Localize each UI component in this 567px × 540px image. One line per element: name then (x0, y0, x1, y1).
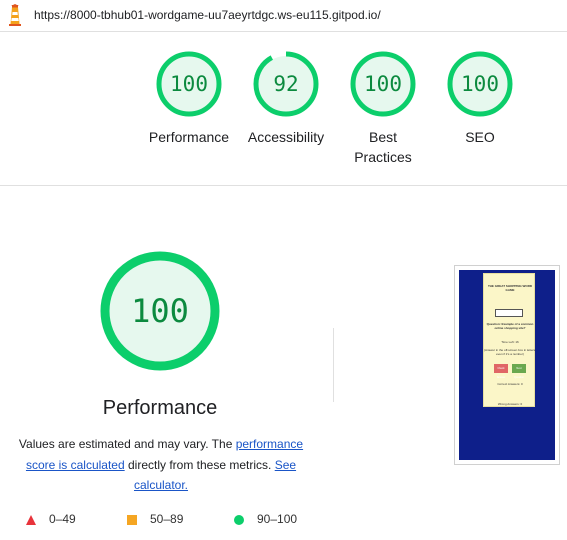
note-middle: directly from these metrics. (124, 457, 275, 472)
legend-fail-range: 0–49 (49, 512, 76, 526)
circle-icon (234, 515, 244, 525)
screenshot-answer-box (495, 309, 523, 317)
accessibility-score-gauge[interactable]: 92 (253, 51, 319, 117)
square-icon (127, 515, 137, 525)
performance-detail-gauge: 100 (100, 251, 220, 371)
seo-score-gauge[interactable]: 100 (447, 51, 513, 117)
screenshot-check-button: Check Answer (494, 364, 508, 379)
page-url[interactable]: https://8000-tbhub01-wordgame-uu7aeyrtdg… (34, 8, 381, 22)
screenshot-next-button: Next Question (512, 364, 526, 379)
screenshot-hint: (Answer in the off-screen box in letters… (484, 348, 536, 356)
vertical-separator (333, 328, 334, 402)
performance-score-value: 100 (170, 72, 208, 96)
performance-note: Values are estimated and may vary. The p… (12, 434, 310, 496)
note-prefix: Values are estimated and may vary. The (18, 437, 236, 451)
best-practices-score-gauge[interactable]: 100 (350, 51, 416, 117)
performance-detail-score: 100 (131, 292, 189, 330)
triangle-icon (26, 515, 36, 525)
final-screenshot-thumbnail[interactable]: THE GREAT SHOPPING WORD GAME Question: E… (454, 265, 560, 465)
screenshot-question: Question: Example of a common online sho… (486, 322, 534, 330)
performance-score-gauge[interactable]: 100 (156, 51, 222, 117)
best-practices-score-value: 100 (364, 72, 402, 96)
seo-label[interactable]: SEO (430, 127, 530, 147)
accessibility-label[interactable]: Accessibility (236, 127, 336, 147)
seo-score-value: 100 (461, 72, 499, 96)
screenshot-game-card: THE GREAT SHOPPING WORD GAME Question: E… (483, 273, 536, 407)
accessibility-score-value: 92 (273, 72, 299, 96)
lighthouse-icon (9, 4, 21, 26)
performance-label[interactable]: Performance (139, 127, 239, 147)
best-practices-label[interactable]: Best Practices (333, 127, 433, 167)
section-divider (0, 185, 567, 186)
screenshot-correct: Correct Answers: 0 (497, 382, 523, 386)
screenshot-title: THE GREAT SHOPPING WORD GAME (487, 284, 533, 292)
legend-average-range: 50–89 (150, 512, 184, 526)
browser-bar: https://8000-tbhub01-wordgame-uu7aeyrtdg… (0, 0, 567, 32)
screenshot-wrong: Wrong Answers: 0 (497, 402, 523, 406)
legend-pass-range: 90–100 (257, 512, 298, 526)
screenshot-background: THE GREAT SHOPPING WORD GAME Question: E… (459, 270, 555, 460)
performance-detail-title: Performance (102, 397, 218, 419)
screenshot-time-left: Time Left: 16 (501, 340, 519, 344)
